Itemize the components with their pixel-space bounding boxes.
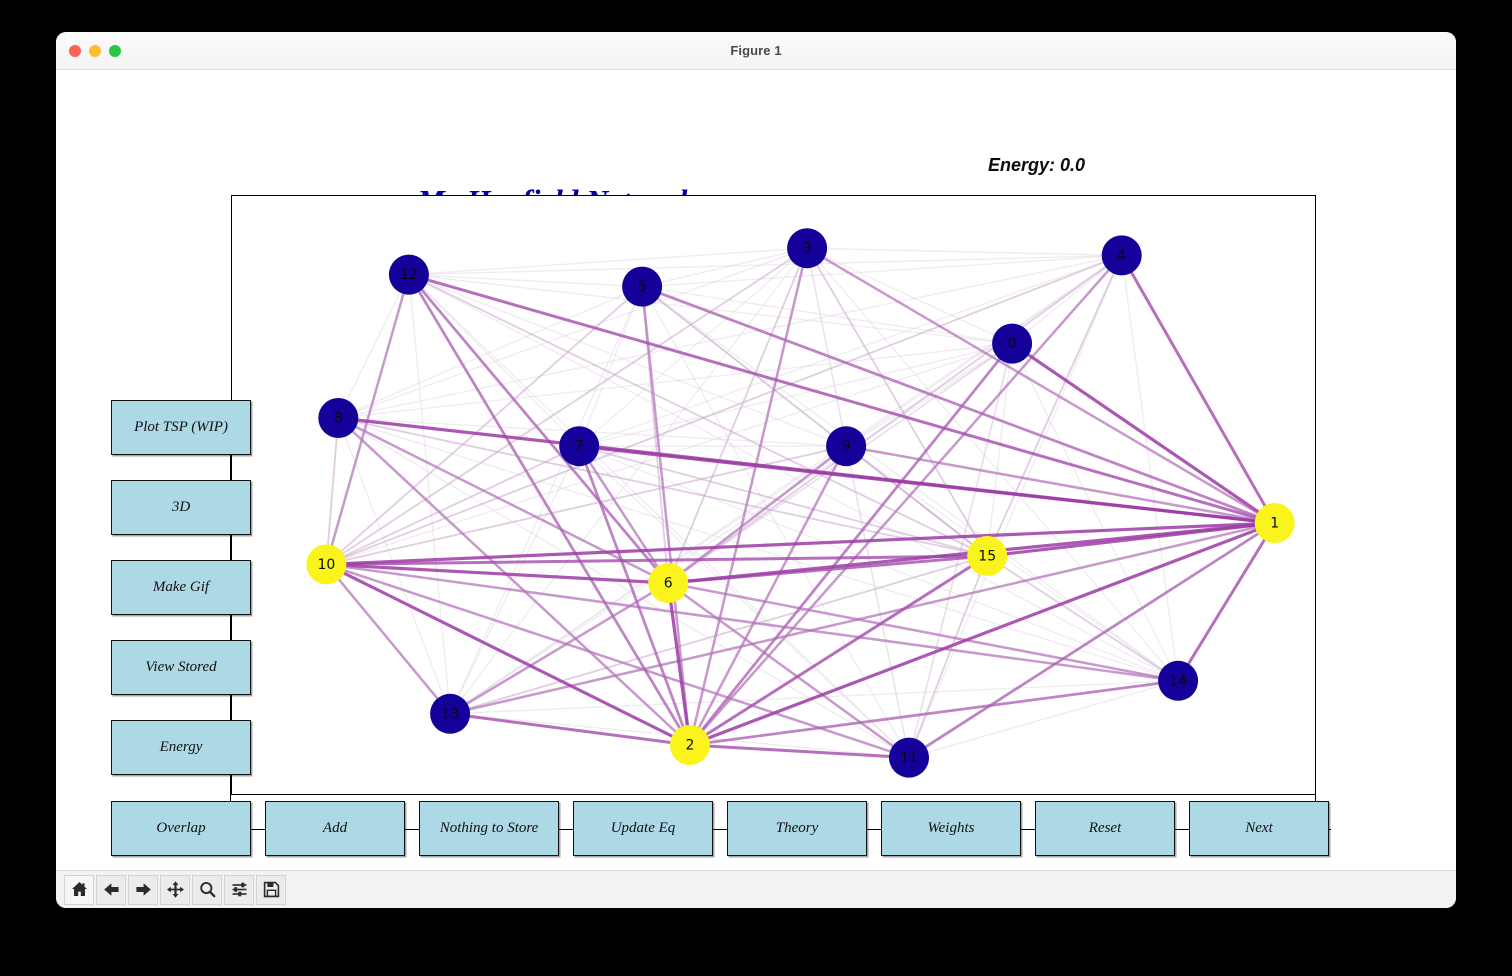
zoom-magnifier-icon[interactable]	[192, 874, 222, 905]
graph-edge	[1120, 253, 1277, 525]
graph-edge	[806, 247, 1179, 682]
network-plot-axes[interactable]: 0 1 2 3 4 5 6 7 8 9 10 11 12 13 14 15	[231, 195, 1316, 795]
graph-edge	[325, 563, 1180, 683]
home-icon[interactable]	[64, 874, 94, 905]
graph-node-11[interactable]: 11	[889, 737, 929, 778]
bottombar-right-stem	[1315, 770, 1317, 802]
graph-edge	[688, 679, 1180, 747]
node-circle[interactable]	[559, 426, 600, 467]
nothing-to-store-button[interactable]: Nothing to Store	[419, 801, 559, 856]
update-eq-button[interactable]: Update Eq	[573, 801, 713, 856]
forward-arrow-icon[interactable]	[128, 874, 158, 905]
node-circle[interactable]	[430, 693, 471, 734]
save-floppy-icon[interactable]	[256, 874, 286, 905]
add-button[interactable]: Add	[265, 801, 405, 856]
figure-canvas: My Hopfield Network Energy: 0.0 01234567…	[56, 70, 1456, 870]
graph-node-13[interactable]: 13	[430, 693, 471, 734]
graph-edge	[408, 273, 451, 715]
node-circle[interactable]	[1101, 235, 1142, 276]
node-circle[interactable]	[787, 228, 828, 269]
graph-edge	[806, 247, 1123, 257]
graph-node-1[interactable]: 1	[1254, 503, 1295, 543]
graph-edge	[1176, 521, 1277, 683]
node-circle[interactable]	[622, 266, 663, 307]
graph-edge	[449, 342, 1013, 715]
node-circle[interactable]	[669, 725, 710, 765]
graph-node-12[interactable]: 12	[388, 254, 429, 295]
graph-node-15[interactable]: 15	[967, 536, 1008, 576]
graph-edge	[448, 712, 692, 747]
graph-edge	[578, 342, 1013, 447]
view-stored-button[interactable]: View Stored	[111, 640, 251, 695]
node-circle[interactable]	[1158, 660, 1199, 701]
node-circle[interactable]	[992, 323, 1033, 364]
node-circle[interactable]	[826, 426, 867, 467]
graph-node-5[interactable]: 5	[622, 266, 663, 307]
node-circle[interactable]	[388, 254, 429, 295]
graph-edge	[1011, 254, 1123, 345]
graph-node-14[interactable]: 14	[1158, 660, 1199, 701]
node-circle[interactable]	[889, 737, 929, 778]
graph-edge	[641, 254, 1123, 288]
graph-edge	[1011, 342, 1179, 682]
node-circle[interactable]	[318, 398, 359, 438]
graph-edge	[408, 273, 1179, 682]
energy-sidebar-button[interactable]: Energy	[111, 720, 251, 775]
figure-window: Figure 1 My Hopfield Network Energy: 0.0…	[56, 32, 1456, 908]
edge-layer	[324, 246, 1277, 760]
screen: Figure 1 My Hopfield Network Energy: 0.0…	[0, 0, 1512, 976]
configure-sliders-icon[interactable]	[224, 874, 254, 905]
graph-edge	[908, 680, 1179, 759]
graph-edge	[1010, 342, 1277, 525]
energy-readout: Energy: 0.0	[988, 155, 1086, 175]
graph-edge	[666, 581, 692, 747]
pan-move-icon[interactable]	[160, 874, 190, 905]
theory-button[interactable]: Theory	[727, 801, 867, 856]
overlap-button[interactable]: Overlap	[111, 801, 251, 856]
node-circle[interactable]	[1254, 503, 1295, 543]
graph-node-8[interactable]: 8	[318, 398, 359, 438]
next-button[interactable]: Next	[1189, 801, 1329, 856]
graph-node-0[interactable]: 0	[992, 323, 1033, 364]
graph-node-6[interactable]: 6	[648, 563, 689, 603]
node-circle[interactable]	[648, 563, 689, 603]
node-circle[interactable]	[306, 544, 347, 585]
plot-tsp-button[interactable]: Plot TSP (WIP)	[111, 400, 251, 455]
graph-node-7[interactable]: 7	[559, 426, 600, 467]
back-arrow-icon[interactable]	[96, 874, 126, 905]
graph-node-9[interactable]: 9	[826, 426, 867, 467]
graph-node-2[interactable]: 2	[669, 725, 710, 765]
graph-node-4[interactable]: 4	[1101, 235, 1142, 276]
node-circle[interactable]	[967, 536, 1008, 576]
graph-edge	[325, 445, 581, 566]
weights-button[interactable]: Weights	[881, 801, 1021, 856]
graph-edge	[408, 247, 808, 276]
reset-button[interactable]: Reset	[1035, 801, 1175, 856]
make-gif-button[interactable]: Make Gif	[111, 560, 251, 615]
graph-edge	[325, 563, 452, 716]
window-title: Figure 1	[730, 43, 782, 58]
graph-node-10[interactable]: 10	[306, 544, 347, 585]
three-d-button[interactable]: 3D	[111, 480, 251, 535]
navigation-toolbar	[56, 870, 1456, 908]
network-graph: 0123 456789101112131415	[306, 228, 1295, 778]
graph-node-3[interactable]: 3	[787, 228, 828, 269]
window-titlebar: Figure 1	[56, 32, 1456, 70]
